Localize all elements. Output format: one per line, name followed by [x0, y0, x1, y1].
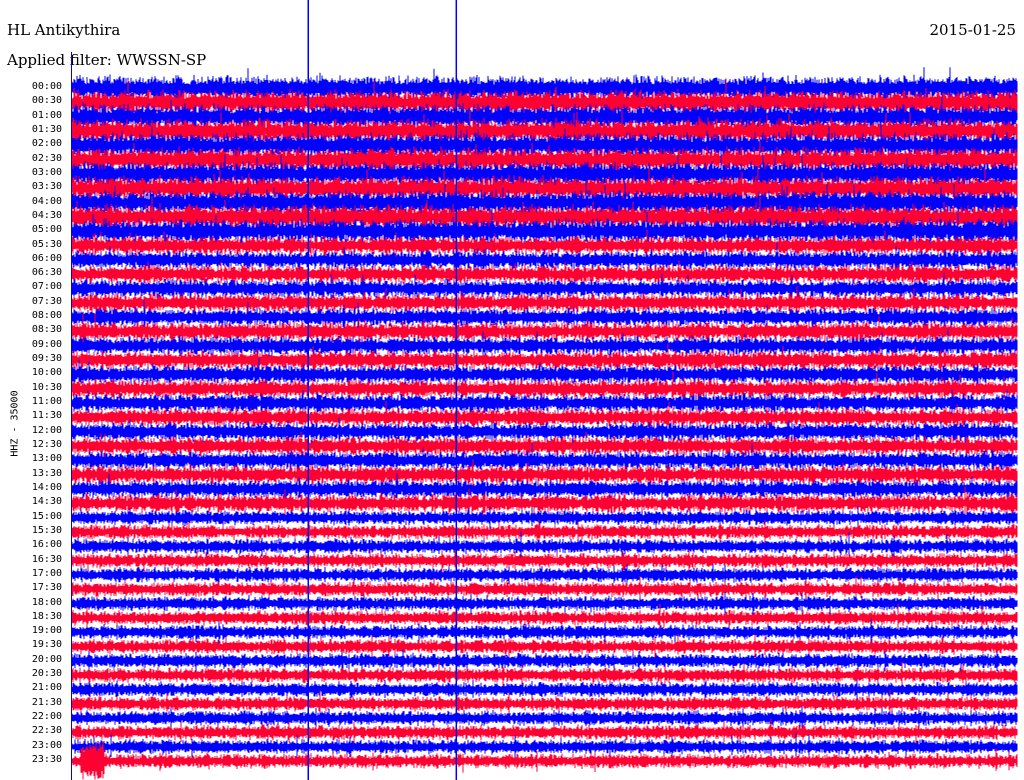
- helicorder-plot: [71, 0, 1018, 780]
- trace-row-2100: [71, 679, 1018, 701]
- trace-row-1630: [71, 550, 1018, 574]
